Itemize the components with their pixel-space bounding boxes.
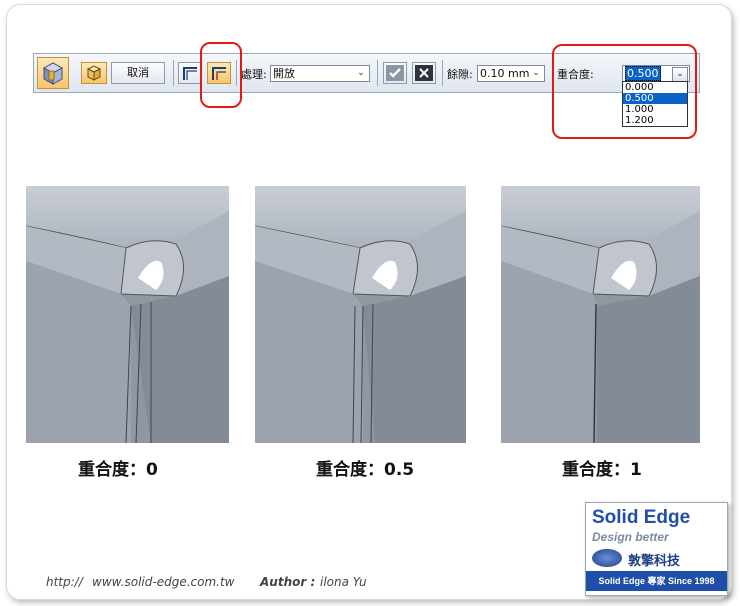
close-button[interactable] xyxy=(412,62,436,84)
cancel-button[interactable]: 取消 xyxy=(111,62,165,84)
corner-command-icon[interactable] xyxy=(37,57,69,89)
open-corner-option-icon[interactable] xyxy=(178,62,202,84)
gap-select[interactable]: 0.10 mm ⌄ xyxy=(477,65,545,82)
footer-url[interactable]: www.solid-edge.com.tw xyxy=(92,575,234,589)
footer-http-prefix: http:// xyxy=(46,575,83,589)
toolbar-separator xyxy=(173,60,174,86)
accept-button[interactable] xyxy=(383,62,407,84)
corner-image-overlap-0-5 xyxy=(255,186,466,443)
footer-author-label: Author : xyxy=(260,575,316,589)
chevron-down-icon: ⌄ xyxy=(532,68,540,78)
solid-edge-logo: Solid Edge Design better 敦擎科技 Solid Edge… xyxy=(585,502,728,596)
caption-overlap-0: 重合度：0 xyxy=(78,460,158,480)
logo-title: Solid Edge xyxy=(592,507,691,528)
highlight-box-corner-option xyxy=(200,42,242,108)
gap-label: 餘隙: xyxy=(447,68,473,81)
caption-overlap-0-5: 重合度：0.5 xyxy=(316,460,415,480)
gap-value: 0.10 mm xyxy=(480,67,530,80)
treatment-label: 處理: xyxy=(241,68,267,81)
company-globe-icon xyxy=(592,549,622,567)
corner-image-overlap-1 xyxy=(501,186,700,443)
logo-company: 敦擎科技 xyxy=(628,554,681,569)
footer-author-name: ilona Yu xyxy=(320,575,367,589)
chevron-down-icon: ⌄ xyxy=(357,68,365,78)
logo-tagline: Design better xyxy=(592,530,669,544)
corner-image-overlap-0 xyxy=(26,186,229,443)
highlight-box-overlap xyxy=(552,44,697,139)
logo-since: Solid Edge 專家 Since 1998 xyxy=(586,571,727,591)
caption-overlap-1: 重合度：1 xyxy=(562,460,642,480)
toolbar-separator xyxy=(377,60,378,86)
treatment-select[interactable]: 開放 ⌄ xyxy=(270,65,370,82)
treatment-value: 開放 xyxy=(273,67,295,80)
step-cube-icon[interactable] xyxy=(81,62,107,84)
toolbar-separator xyxy=(442,60,443,86)
